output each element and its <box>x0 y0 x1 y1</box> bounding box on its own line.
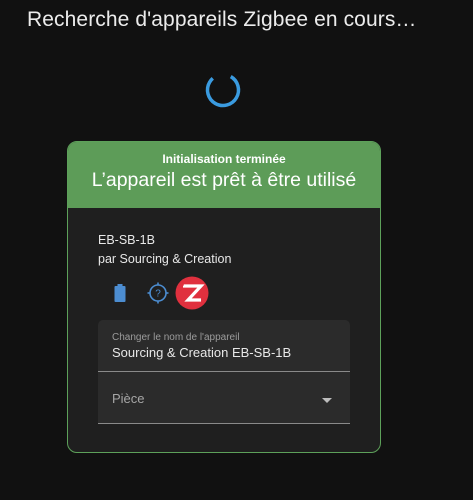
device-name: EB-SB-1B <box>98 233 155 247</box>
zigbee-logo-icon <box>175 276 209 310</box>
device-name-field-label: Changer le nom de l'appareil <box>112 332 240 343</box>
svg-text:?: ? <box>155 289 161 300</box>
device-name-field[interactable]: Changer le nom de l'appareil Sourcing & … <box>98 320 350 372</box>
device-icons-row: ? <box>110 276 220 310</box>
room-select[interactable]: Pièce <box>98 372 350 424</box>
device-manufacturer: par Sourcing & Creation <box>98 252 232 266</box>
device-name-input[interactable]: Sourcing & Creation EB-SB-1B <box>112 345 291 360</box>
battery-icon <box>114 284 126 302</box>
chevron-down-icon[interactable] <box>322 398 332 403</box>
zigbee-pairing-screen: Recherche d'appareils Zigbee en cours… I… <box>0 0 473 500</box>
help-circle-icon[interactable]: ? <box>147 282 169 304</box>
room-select-placeholder: Pièce <box>112 391 145 406</box>
card-header-status: Initialisation terminée <box>162 152 286 166</box>
loading-spinner-icon <box>205 72 241 108</box>
card-header: Initialisation terminée L’appareil est p… <box>68 142 380 208</box>
device-ready-card: Initialisation terminée L’appareil est p… <box>67 141 381 453</box>
card-header-title: L’appareil est prêt à être utilisé <box>91 169 357 191</box>
page-title: Recherche d'appareils Zigbee en cours… <box>27 8 417 31</box>
